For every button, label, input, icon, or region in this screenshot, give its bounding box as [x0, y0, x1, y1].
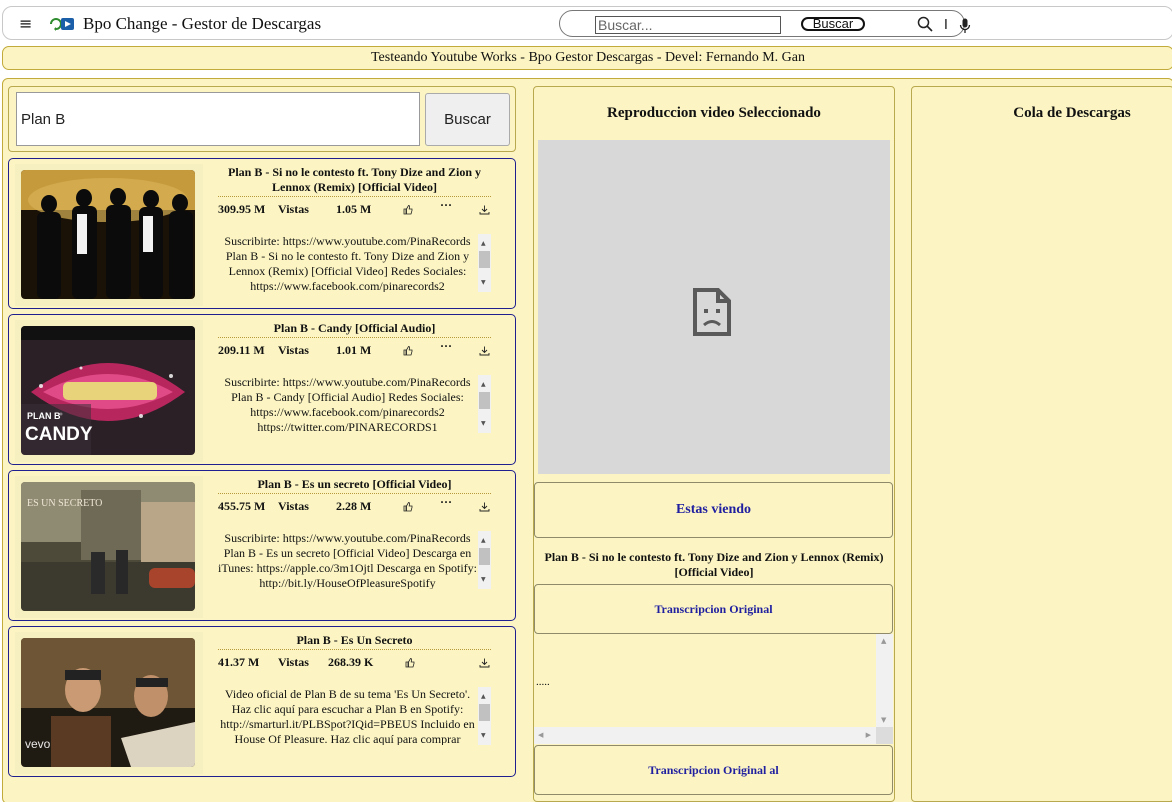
- top-bar: ≡ Bpo Change - Gestor de Descargas Busca…: [2, 6, 1172, 40]
- header-search: Buscar I: [559, 10, 971, 37]
- video-title[interactable]: Plan B - Es un secreto [Official Video]: [218, 477, 491, 494]
- description-scrollbar[interactable]: ▲ ▼: [478, 531, 491, 589]
- now-playing-title: Plan B - Si no le contesto ft. Tony Dize…: [544, 550, 884, 579]
- view-count: 41.37 M: [218, 655, 260, 669]
- video-thumbnail[interactable]: vevo: [21, 638, 195, 767]
- description-scrollbar[interactable]: ▲ ▼: [478, 687, 491, 745]
- thumbnail-word: CANDY: [25, 424, 93, 445]
- like-count: 1.01 M: [336, 343, 372, 357]
- video-info: Plan B - Si no le contesto ft. Tony Dize…: [218, 165, 491, 292]
- menu-icon[interactable]: ≡: [19, 14, 32, 33]
- video-description: Suscribirte: https://www.youtube.com/Pin…: [218, 234, 491, 292]
- search-icon[interactable]: [917, 16, 933, 32]
- download-icon[interactable]: [479, 205, 490, 215]
- video-thumbnail[interactable]: ES UN SECRETO: [21, 482, 195, 611]
- player-heading: Reproduccion video Seleccionado: [607, 105, 821, 121]
- video-title[interactable]: Plan B - Es Un Secreto: [218, 633, 491, 650]
- result-card[interactable]: Plan B - Si no le contesto ft. Tony Dize…: [8, 158, 516, 309]
- view-count: 455.75 M: [218, 499, 266, 513]
- like-count: 268.39 K: [328, 655, 374, 669]
- video-search-input[interactable]: [16, 92, 420, 146]
- video-title[interactable]: Plan B - Si no le contesto ft. Tony Dize…: [218, 165, 491, 197]
- video-title[interactable]: Plan B - Candy [Official Audio]: [218, 321, 491, 338]
- transcript-horizontal-scrollbar[interactable]: ◀ ▶: [534, 727, 876, 744]
- now-playing-label: Estas viendo: [534, 482, 893, 538]
- view-count: 309.95 M: [218, 202, 266, 216]
- download-icon[interactable]: [479, 502, 490, 512]
- description-scrollbar[interactable]: ▲ ▼: [478, 234, 491, 292]
- transcript-text: .....: [536, 676, 550, 688]
- views-label: Vistas: [278, 655, 309, 669]
- video-stats: 209.11 M Vistas 1.01 M ···: [218, 338, 491, 362]
- transcript-area[interactable]: ..... ▲ ▼ ◀ ▶: [534, 634, 893, 744]
- description-scrollbar[interactable]: ▲ ▼: [478, 375, 491, 433]
- header-search-input[interactable]: [595, 16, 781, 34]
- video-description: Suscribirte: https://www.youtube.com/Pin…: [218, 375, 491, 433]
- more-options-icon[interactable]: ···: [440, 339, 452, 354]
- more-options-icon[interactable]: ···: [440, 495, 452, 510]
- queue-heading: Cola de Descargas: [1013, 105, 1131, 121]
- video-search-button[interactable]: Buscar: [425, 93, 510, 146]
- video-stats: 309.95 M Vistas 1.05 M ···: [218, 197, 491, 221]
- thumbnail-frame: [15, 164, 203, 306]
- download-icon[interactable]: [479, 658, 490, 668]
- result-card[interactable]: ES UN SECRETO Plan B - Es un secreto [Of…: [8, 470, 516, 621]
- views-label: Vistas: [278, 202, 309, 216]
- download-queue-panel: Cola de Descargas: [911, 86, 1172, 802]
- thumbs-up-icon[interactable]: [403, 502, 413, 512]
- video-info: Plan B - Candy [Official Audio] 209.11 M…: [218, 321, 491, 433]
- text-cursor: I: [944, 18, 948, 33]
- video-stats: 455.75 M Vistas 2.28 M ···: [218, 494, 491, 518]
- thumbs-up-icon[interactable]: [405, 658, 415, 668]
- thumbs-up-icon[interactable]: [403, 205, 413, 215]
- views-label: Vistas: [278, 343, 309, 357]
- views-label: Vistas: [278, 499, 309, 513]
- video-thumbnail[interactable]: PLAN B CANDY: [21, 326, 195, 455]
- video-stats: 41.37 M Vistas 268.39 K: [218, 650, 491, 674]
- info-banner: Testeando Youtube Works - Bpo Gestor Des…: [2, 46, 1172, 70]
- transcript-vertical-scrollbar[interactable]: ▲ ▼: [876, 634, 893, 727]
- more-options-icon[interactable]: ···: [440, 198, 452, 213]
- scrollbar-corner: [876, 727, 893, 744]
- download-icon[interactable]: [479, 346, 490, 356]
- video-thumbnail[interactable]: [21, 170, 195, 299]
- microphone-icon[interactable]: [959, 18, 971, 34]
- app-logo-icon: [50, 18, 74, 31]
- thumbs-up-icon[interactable]: [403, 346, 413, 356]
- thumbnail-brand: PLAN B: [27, 411, 61, 421]
- thumbnail-frame: vevo: [15, 632, 203, 774]
- vevo-watermark: vevo: [25, 737, 51, 751]
- thumbnail-frame: PLAN B CANDY: [15, 320, 203, 462]
- broken-document-icon: [693, 288, 731, 336]
- like-count: 2.28 M: [336, 499, 372, 513]
- result-card[interactable]: vevo Plan B - Es Un Secreto 41.37 M Vist…: [8, 626, 516, 777]
- like-count: 1.05 M: [336, 202, 372, 216]
- video-info: Plan B - Es un secreto [Official Video] …: [218, 477, 491, 589]
- video-description: Video oficial de Plan B de su tema 'Es U…: [218, 687, 491, 745]
- video-search-bar: Buscar: [8, 86, 516, 152]
- video-info: Plan B - Es Un Secreto 41.37 M Vistas 26…: [218, 633, 491, 745]
- thumbnail-frame: ES UN SECRETO: [15, 476, 203, 618]
- video-player[interactable]: [538, 140, 890, 474]
- video-description: Suscribirte: https://www.youtube.com/Pin…: [218, 531, 491, 589]
- transcript-translated-label: Transcripcion Original al: [534, 745, 893, 795]
- transcript-original-label: Transcripcion Original: [534, 584, 893, 634]
- result-card[interactable]: PLAN B CANDY Plan B - Candy [Official Au…: [8, 314, 516, 465]
- header-search-button[interactable]: Buscar: [801, 17, 865, 31]
- view-count: 209.11 M: [218, 343, 265, 357]
- app-title: Bpo Change - Gestor de Descargas: [83, 14, 322, 33]
- thumbnail-word: ES UN SECRETO: [27, 498, 102, 509]
